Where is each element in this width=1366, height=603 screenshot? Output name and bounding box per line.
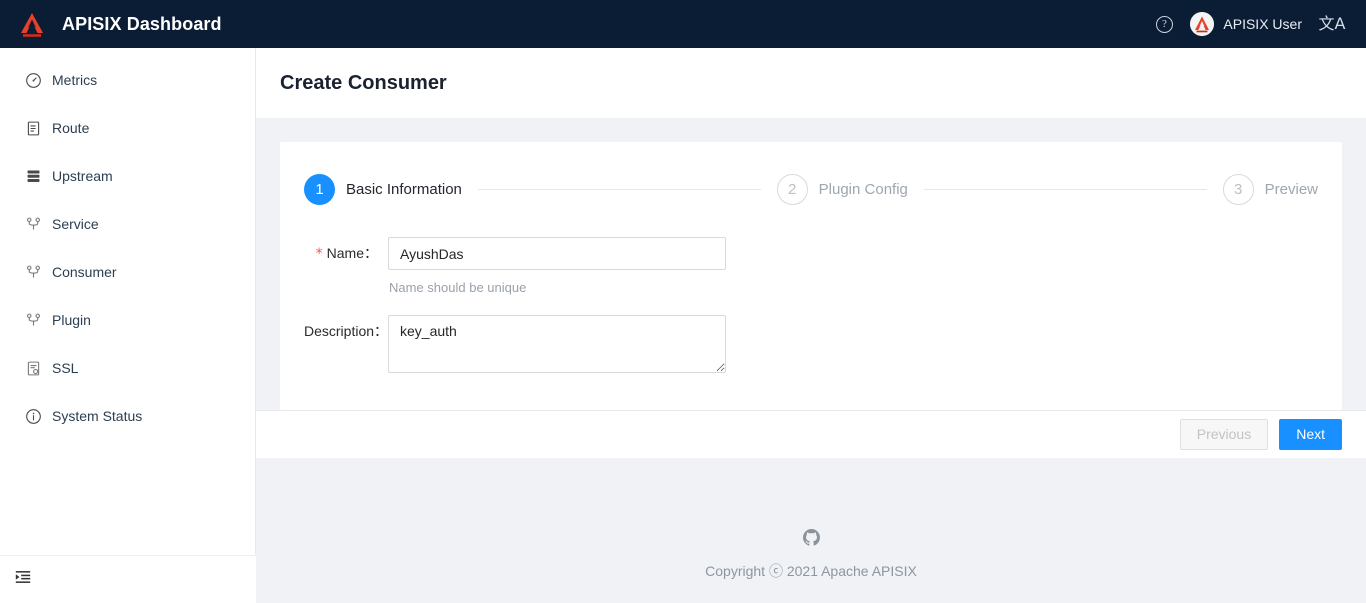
- step-plugin-config[interactable]: 2 Plugin Config: [777, 174, 908, 205]
- copyright-text: Copyright ⓒ 2021 Apache APISIX: [705, 561, 917, 581]
- step-basic-information[interactable]: 1 Basic Information: [304, 174, 462, 205]
- step-number: 2: [777, 174, 808, 205]
- sidebar-item-label: Metrics: [52, 72, 97, 88]
- github-icon[interactable]: [803, 529, 820, 551]
- file-text-icon: [24, 119, 42, 137]
- sidebar-item-label: Plugin: [52, 312, 91, 328]
- menu-fold-icon: [14, 568, 32, 591]
- sidebar-collapse-button[interactable]: [0, 555, 256, 603]
- create-consumer-card: 1 Basic Information 2 Plugin Config 3 Pr…: [280, 142, 1342, 410]
- steps-indicator: 1 Basic Information 2 Plugin Config 3 Pr…: [304, 170, 1318, 205]
- description-control: [388, 315, 726, 373]
- basic-information-form: *Name： Name should be unique Description…: [304, 205, 1318, 373]
- wizard-action-bar: Previous Next: [256, 410, 1366, 458]
- step-connector: [478, 189, 761, 190]
- page-header: Create Consumer: [256, 48, 1366, 118]
- fork-icon: [24, 311, 42, 329]
- user-menu[interactable]: APISIX User: [1184, 0, 1312, 48]
- name-field-row: *Name： Name should be unique: [304, 237, 1318, 295]
- fork-icon: [24, 263, 42, 281]
- sidebar-item-route[interactable]: Route: [0, 104, 255, 152]
- content-wrapper: 1 Basic Information 2 Plugin Config 3 Pr…: [256, 118, 1366, 410]
- next-button[interactable]: Next: [1279, 419, 1342, 450]
- sidebar-item-service[interactable]: Service: [0, 200, 255, 248]
- info-circle-icon: [24, 407, 42, 425]
- sidebar-item-label: Service: [52, 216, 99, 232]
- sidebar-item-label: SSL: [52, 360, 78, 376]
- logo-block[interactable]: APISIX Dashboard: [0, 0, 256, 48]
- name-input[interactable]: [388, 237, 726, 270]
- apisix-logo-icon: [16, 8, 48, 40]
- name-control: Name should be unique: [388, 237, 726, 295]
- name-label: *Name：: [304, 237, 388, 269]
- step-label: Preview: [1265, 181, 1318, 198]
- description-textarea[interactable]: [388, 315, 726, 373]
- step-number: 3: [1223, 174, 1254, 205]
- sidebar-item-label: Upstream: [52, 168, 113, 184]
- sidebar: Metrics Route Upstream: [0, 48, 256, 603]
- sidebar-item-label: Route: [52, 120, 89, 136]
- description-field-row: Description：: [304, 315, 1318, 373]
- page-footer: Copyright ⓒ 2021 Apache APISIX: [256, 506, 1366, 603]
- app-header: APISIX Dashboard ? APISIX User 文A: [0, 0, 1366, 48]
- sidebar-item-metrics[interactable]: Metrics: [0, 56, 255, 104]
- dashboard-icon: [24, 71, 42, 89]
- description-label: Description：: [304, 315, 388, 347]
- user-name: APISIX User: [1223, 16, 1302, 32]
- fork-icon: [24, 215, 42, 233]
- sidebar-menu: Metrics Route Upstream: [0, 48, 255, 440]
- database-icon: [24, 167, 42, 185]
- step-label: Basic Information: [346, 181, 462, 198]
- main-content: Create Consumer 1 Basic Information 2 Pl…: [256, 48, 1366, 603]
- sidebar-item-ssl[interactable]: SSL: [0, 344, 255, 392]
- apisix-avatar-icon: [1190, 12, 1214, 36]
- required-asterisk: *: [316, 246, 323, 262]
- sidebar-item-system-status[interactable]: System Status: [0, 392, 255, 440]
- previous-button[interactable]: Previous: [1180, 419, 1268, 450]
- sidebar-item-upstream[interactable]: Upstream: [0, 152, 255, 200]
- name-help-text: Name should be unique: [388, 270, 726, 295]
- sidebar-item-consumer[interactable]: Consumer: [0, 248, 255, 296]
- page-title: Create Consumer: [280, 72, 447, 95]
- name-label-text: Name：: [327, 245, 378, 261]
- step-number: 1: [304, 174, 335, 205]
- sidebar-item-label: System Status: [52, 408, 142, 424]
- file-protect-icon: [24, 359, 42, 377]
- sidebar-item-label: Consumer: [52, 264, 117, 280]
- sidebar-item-plugin[interactable]: Plugin: [0, 296, 255, 344]
- question-circle-icon: ?: [1156, 16, 1173, 33]
- header-actions: ? APISIX User 文A: [1144, 0, 1366, 48]
- language-button[interactable]: 文A: [1312, 0, 1352, 48]
- help-button[interactable]: ?: [1144, 0, 1184, 48]
- app-title: APISIX Dashboard: [62, 14, 222, 35]
- translate-icon: 文A: [1319, 16, 1346, 32]
- step-preview[interactable]: 3 Preview: [1223, 174, 1318, 205]
- step-connector: [924, 189, 1207, 190]
- step-label: Plugin Config: [819, 181, 908, 198]
